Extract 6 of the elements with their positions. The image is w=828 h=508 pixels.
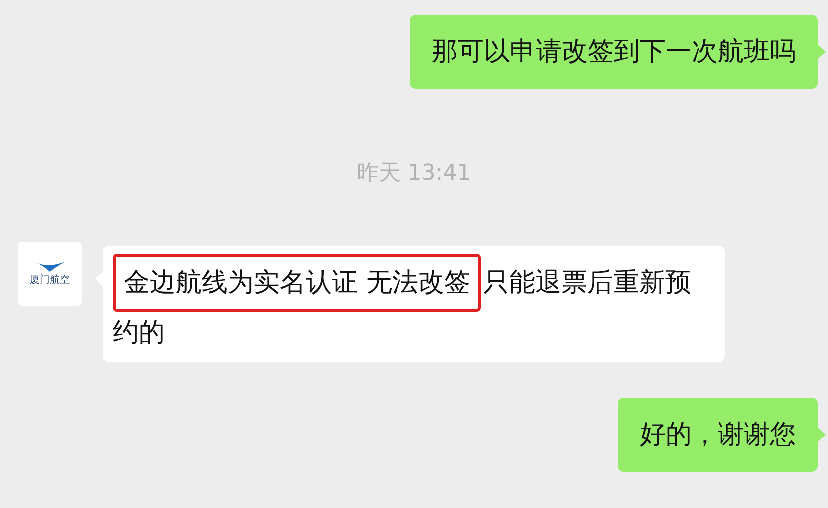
message-text: 好的，谢谢您 <box>640 420 796 450</box>
message-text: 那可以申请改签到下一次航班吗 <box>432 37 796 67</box>
message-text: 金边航线为实名认证 无法改签 只能退票后重新预约的 <box>113 254 709 354</box>
avatar-label: 厦门航空 <box>30 275 70 287</box>
avatar[interactable]: 厦门航空 <box>18 242 82 306</box>
timestamp: 昨天 13:41 <box>356 160 472 188</box>
